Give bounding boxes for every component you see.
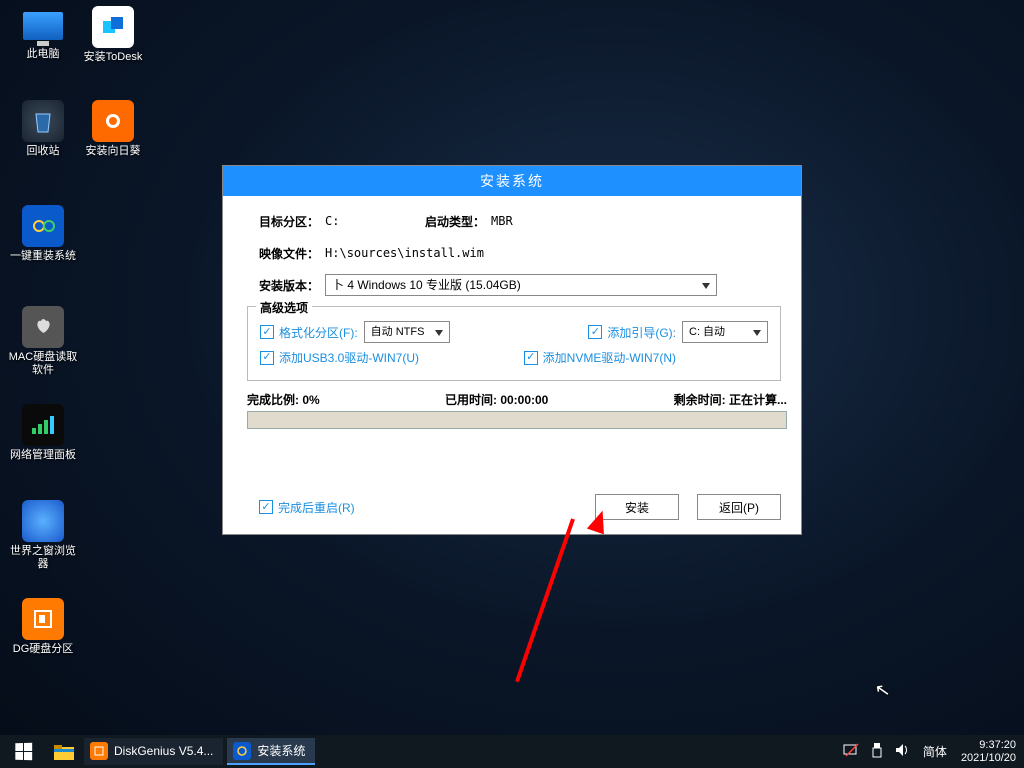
install-version-label: 安装版本： [259,277,319,294]
install-version-select[interactable]: 卜 4 Windows 10 专业版 (15.04GB) [325,274,717,296]
desktop-icon-sunlogin[interactable]: 安装向日葵 [78,100,148,158]
dialog-body: 目标分区： C: 启动类型： MBR 映像文件： H:\sources\inst… [223,196,801,439]
target-partition-label: 目标分区： [259,213,319,230]
desktop-icon-label: 一键重装系统 [8,250,78,263]
progress-done-label: 完成比例: [247,393,299,407]
add-boot-label: 添加引导(G): [607,324,676,341]
advanced-options-group: 高级选项 ✓ 格式化分区(F): 自动 NTFS ✓ 添加引导(G): C: 自… [247,306,781,381]
desktop-icon-label: DG硬盘分区 [8,643,78,656]
taskbar: DiskGenius V5.4... 安装系统 简体 9:37:20 2021/… [0,735,1024,768]
taskbar-task-install-system[interactable]: 安装系统 [227,738,315,765]
progress-elapsed-label: 已用时间: [445,393,497,407]
dialog-titlebar[interactable]: 安装系统 [223,166,801,196]
target-partition-value: C: [325,214,425,228]
folder-icon [53,742,75,762]
windows-logo-icon [15,743,32,761]
diskgenius-icon [22,598,64,640]
progress-done-value: 0% [302,393,319,407]
checkmark-icon: ✓ [524,351,538,365]
format-partition-checkbox[interactable]: ✓ 格式化分区(F): [260,324,358,341]
start-button[interactable] [0,735,46,768]
boot-drive-select[interactable]: C: 自动 [682,321,768,343]
format-fs-select[interactable]: 自动 NTFS [364,321,450,343]
boot-type-label: 启动类型： [425,213,485,230]
format-partition-label: 格式化分区(F): [279,324,358,341]
taskbar-task-diskgenius[interactable]: DiskGenius V5.4... [84,738,223,765]
progress-meta: 完成比例: 0% 已用时间: 00:00:00 剩余时间: 正在计算... [247,391,787,408]
nvme-driver-label: 添加NVME驱动-WIN7(N) [543,349,676,366]
usb3-driver-checkbox[interactable]: ✓ 添加USB3.0驱动-WIN7(U) [260,349,419,366]
system-tray: 简体 9:37:20 2021/10/20 [837,735,1024,768]
tray-date: 2021/10/20 [961,752,1016,765]
advanced-options-legend: 高级选项 [256,299,312,316]
desktop-icon-label: 安装ToDesk [78,51,148,64]
desktop-icon-this-pc[interactable]: 此电脑 [8,6,78,61]
progress-elapsed-value: 00:00:00 [500,393,548,407]
image-file-label: 映像文件： [259,245,319,262]
progress-remain-value: 正在计算... [729,393,787,407]
desktop-icon-network-panel[interactable]: 网络管理面板 [8,404,78,462]
sunlogin-icon [92,100,134,142]
restart-after-label: 完成后重启(R) [278,499,355,516]
boot-type-value: MBR [491,214,513,228]
desktop-icon-label: 世界之窗浏览器 [8,545,78,571]
network-panel-icon [22,404,64,446]
tray-time: 9:37:20 [961,739,1016,752]
todesk-icon [92,6,134,48]
format-fs-value: 自动 NTFS [371,326,425,338]
checkmark-icon: ✓ [260,351,274,365]
desktop-icon-label: 网络管理面板 [8,449,78,462]
dialog-title: 安装系统 [480,173,544,189]
install-version-value: 卜 4 Windows 10 专业版 (15.04GB) [332,278,521,292]
checkmark-icon: ✓ [588,325,602,339]
tray-clock[interactable]: 9:37:20 2021/10/20 [953,739,1024,765]
desktop-icon-theworld-browser[interactable]: 世界之窗浏览器 [8,500,78,571]
globe-icon [22,500,64,542]
checkmark-icon: ✓ [259,500,273,514]
desktop-icon-label: MAC硬盘读取软件 [8,351,78,377]
mac-disk-icon [22,306,64,348]
diskgenius-icon [90,742,108,760]
restart-after-checkbox[interactable]: ✓ 完成后重启(R) [259,499,355,516]
desktop-icon-mac-disk[interactable]: MAC硬盘读取软件 [8,306,78,377]
installer-icon [233,742,251,760]
install-system-dialog: 安装系统 目标分区： C: 启动类型： MBR 映像文件： H:\sources… [222,165,802,535]
nvme-driver-checkbox[interactable]: ✓ 添加NVME驱动-WIN7(N) [524,349,676,366]
desktop-icon-label: 此电脑 [8,48,78,61]
back-button[interactable]: 返回(P) [697,494,781,520]
recycle-bin-icon [22,100,64,142]
taskbar-task-label: 安装系统 [257,742,305,759]
reinstall-icon [22,205,64,247]
taskbar-task-label: DiskGenius V5.4... [114,744,213,758]
desktop-icon-label: 安装向日葵 [78,145,148,158]
tray-usb-icon[interactable] [865,742,889,761]
add-boot-checkbox[interactable]: ✓ 添加引导(G): [588,324,676,341]
desktop-icon-diskgenius[interactable]: DG硬盘分区 [8,598,78,656]
desktop-icon-reinstall[interactable]: 一键重装系统 [8,205,78,263]
pc-icon [23,12,63,40]
tray-ime-indicator[interactable]: 简体 [917,743,953,760]
desktop-icon-recycle-bin[interactable]: 回收站 [8,100,78,158]
taskbar-pinned-explorer[interactable] [46,735,82,768]
checkmark-icon: ✓ [260,325,274,339]
image-file-value: H:\sources\install.wim [325,246,484,260]
tray-volume-icon[interactable] [889,743,917,760]
boot-drive-value: C: 自动 [689,326,725,338]
progress-bar [247,411,787,429]
tray-network-icon[interactable] [837,743,865,760]
desktop-icon-label: 回收站 [8,145,78,158]
dialog-footer: ✓ 完成后重启(R) 安装 返回(P) [259,494,781,520]
usb3-driver-label: 添加USB3.0驱动-WIN7(U) [279,349,419,366]
desktop-icon-todesk[interactable]: 安装ToDesk [78,6,148,64]
progress-remain-label: 剩余时间: [674,393,726,407]
